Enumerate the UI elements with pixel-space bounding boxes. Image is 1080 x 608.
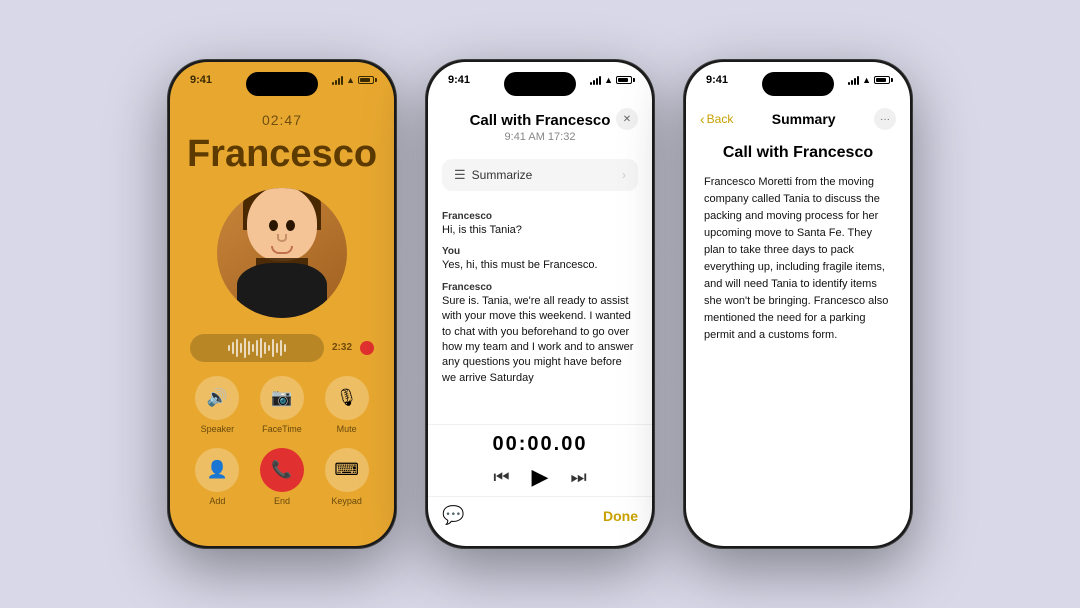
recording-indicator <box>360 341 374 355</box>
message-you: Yes, hi, this must be Francesco. <box>442 258 638 273</box>
end-label: End <box>274 496 290 506</box>
dynamic-island-3 <box>762 72 834 96</box>
transcript-subtitle: 9:41 AM 17:32 <box>446 131 634 143</box>
status-time-3: 9:41 <box>706 74 728 86</box>
play-button[interactable]: ▶ <box>532 464 549 490</box>
call-controls: 🔊 Speaker 📷 FaceTime 🎙 Mute 👤 Add 📞 <box>170 376 394 506</box>
speaker-label: Speaker <box>201 424 235 434</box>
battery-icon-2 <box>616 76 632 84</box>
end-button[interactable]: 📞 End <box>257 448 308 506</box>
signal-icon <box>332 76 343 85</box>
forward-button[interactable]: ⏭ <box>570 467 586 488</box>
back-button[interactable]: ‹ Back <box>700 111 733 127</box>
chat-icon[interactable]: 💬 <box>442 505 464 526</box>
message-2: Sure is. Tania, we're all ready to assis… <box>442 294 638 386</box>
summary-call-title: Call with Francesco <box>704 144 892 162</box>
dynamic-island-2 <box>504 72 576 96</box>
sender-2: Francesco <box>442 282 638 293</box>
transcript-screen: Call with Francesco 9:41 AM 17:32 ✕ ☰ Su… <box>428 62 652 546</box>
memoji-mouth <box>271 246 293 254</box>
mute-label: Mute <box>337 424 357 434</box>
keypad-button[interactable]: ⌨ Keypad <box>321 448 372 506</box>
waveform-row: 2:32 <box>170 334 394 362</box>
transcript-footer: 💬 Done <box>428 496 652 546</box>
phone-transcript: 9:41 ▲ Call with Francesco 9:41 AM 17:32… <box>425 59 655 549</box>
summary-nav-title: Summary <box>772 111 836 127</box>
sender-1: Francesco <box>442 211 638 222</box>
waveform-visual <box>190 334 324 362</box>
chevron-right-icon: › <box>622 168 626 182</box>
memoji-eye-left <box>269 220 278 231</box>
add-button[interactable]: 👤 Add <box>192 448 243 506</box>
status-icons-1: ▲ <box>332 75 374 85</box>
wifi-icon-2: ▲ <box>604 75 613 85</box>
back-label: Back <box>707 112 734 126</box>
summarize-label: Summarize <box>472 168 533 182</box>
keypad-label: Keypad <box>331 496 362 506</box>
dots-icon: ··· <box>880 114 890 125</box>
phone-active-call: 9:41 ▲ 02:47 Francesco <box>167 59 397 549</box>
recording-time: 2:32 <box>332 342 352 353</box>
avatar <box>217 188 347 318</box>
transcript-title: Call with Francesco <box>446 112 634 130</box>
speaker-button[interactable]: 🔊 Speaker <box>192 376 243 434</box>
wifi-icon-3: ▲ <box>862 75 871 85</box>
call-timer: 02:47 <box>262 112 302 128</box>
memoji-body <box>237 263 327 318</box>
mute-icon[interactable]: 🎙 <box>325 376 369 420</box>
status-time-2: 9:41 <box>448 74 470 86</box>
chevron-left-icon: ‹ <box>700 111 705 127</box>
sender-you: You <box>442 246 638 257</box>
speaker-icon[interactable]: 🔊 <box>195 376 239 420</box>
memoji-nose <box>277 234 287 242</box>
summarize-icon: ☰ <box>454 167 466 183</box>
audio-controls: 00:00.00 ⏮ ▶ ⏭ <box>428 424 652 496</box>
options-button[interactable]: ··· <box>874 108 896 130</box>
end-call-icon[interactable]: 📞 <box>260 448 304 492</box>
facetime-label: FaceTime <box>262 424 302 434</box>
add-icon[interactable]: 👤 <box>195 448 239 492</box>
summarize-button[interactable]: ☰ Summarize › <box>442 159 638 191</box>
mute-button[interactable]: 🎙 Mute <box>321 376 372 434</box>
summarize-button-left: ☰ Summarize <box>454 167 532 183</box>
keypad-icon[interactable]: ⌨ <box>325 448 369 492</box>
memoji-avatar <box>222 188 342 318</box>
wifi-icon: ▲ <box>346 75 355 85</box>
audio-buttons: ⏮ ▶ ⏭ <box>493 464 586 490</box>
status-icons-3: ▲ <box>848 75 890 85</box>
summary-content: Call with Francesco Francesco Moretti fr… <box>686 138 910 546</box>
close-button[interactable]: ✕ <box>616 108 638 130</box>
audio-timer: 00:00.00 <box>493 433 588 456</box>
add-label: Add <box>209 496 225 506</box>
call-screen: 02:47 Francesco <box>170 62 394 546</box>
rewind-button[interactable]: ⏮ <box>493 467 509 488</box>
battery-icon <box>358 76 374 84</box>
memoji-head <box>247 188 317 261</box>
signal-icon-2 <box>590 76 601 85</box>
message-1: Hi, is this Tania? <box>442 223 638 238</box>
summary-text: Francesco Moretti from the moving compan… <box>704 174 892 344</box>
signal-icon-3 <box>848 76 859 85</box>
dynamic-island <box>246 72 318 96</box>
caller-name: Francesco <box>187 134 377 176</box>
memoji-eye-right <box>286 220 295 231</box>
status-icons-2: ▲ <box>590 75 632 85</box>
summary-screen: ‹ Back Summary ··· Call with Francesco F… <box>686 62 910 546</box>
facetime-button[interactable]: 📷 FaceTime <box>257 376 308 434</box>
transcript-messages: Francesco Hi, is this Tania? You Yes, hi… <box>428 197 652 424</box>
battery-icon-3 <box>874 76 890 84</box>
phone-summary: 9:41 ▲ ‹ Back Summary <box>683 59 913 549</box>
status-time-1: 9:41 <box>190 74 212 86</box>
done-button[interactable]: Done <box>603 508 638 524</box>
facetime-icon[interactable]: 📷 <box>260 376 304 420</box>
